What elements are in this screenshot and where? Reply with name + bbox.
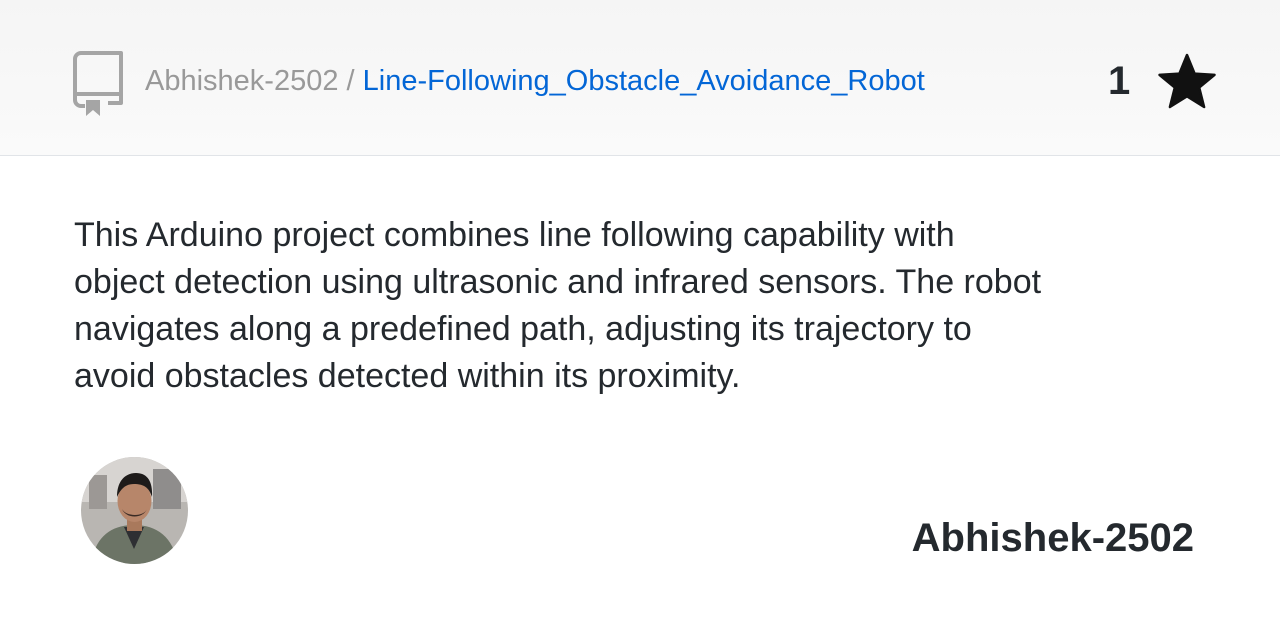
repo-name-link[interactable]: Line-Following_Obstacle_Avoidance_Robot xyxy=(363,65,925,97)
breadcrumb: Abhishek-2502 / Line-Following_Obstacle_… xyxy=(145,62,925,100)
star-icon[interactable] xyxy=(1156,52,1218,112)
repo-icon xyxy=(72,50,124,116)
star-count: 1 xyxy=(1108,59,1131,103)
path-separator: / xyxy=(338,65,363,97)
repo-header: Abhishek-2502 / Line-Following_Obstacle_… xyxy=(0,0,1280,156)
author-name: Abhishek-2502 xyxy=(911,516,1194,560)
repo-description: This Arduino project combines line follo… xyxy=(74,216,1042,395)
repo-owner[interactable]: Abhishek-2502 xyxy=(145,65,338,97)
avatar xyxy=(81,457,188,564)
